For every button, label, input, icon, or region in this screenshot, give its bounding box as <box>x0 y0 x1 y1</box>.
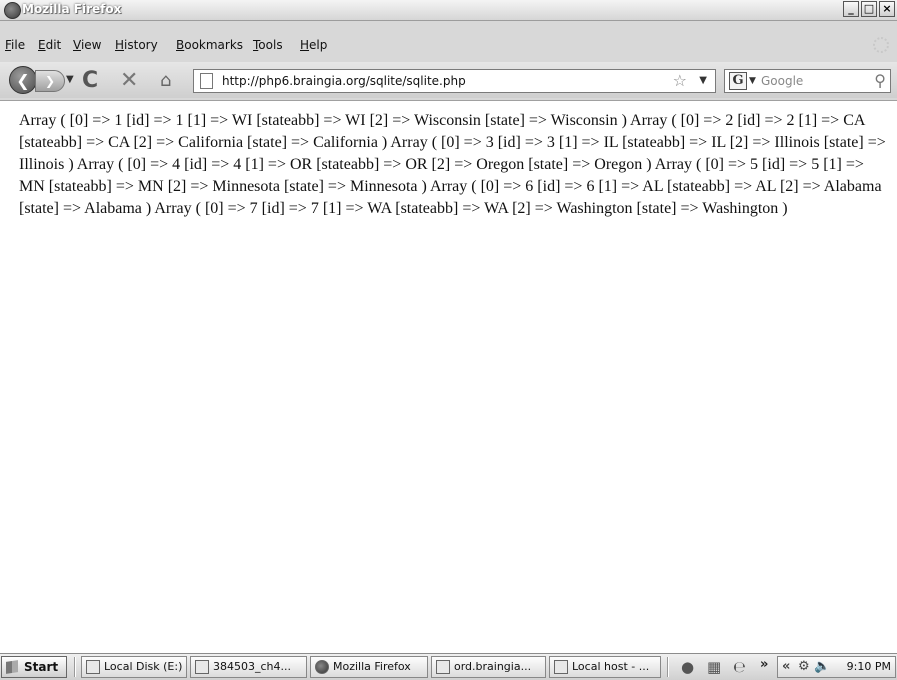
stop-icon[interactable]: ✕ <box>120 68 138 93</box>
menu-tools[interactable]: Tools <box>253 38 283 52</box>
task-label: Local host - ... <box>572 660 650 673</box>
taskbar-separator <box>667 657 669 677</box>
address-bar[interactable]: ☆ ▼ <box>193 69 716 93</box>
search-input[interactable] <box>761 71 861 91</box>
minimize-button[interactable]: _ <box>843 1 859 17</box>
windows-flag-icon <box>6 660 18 674</box>
ie-quicklaunch-icon[interactable]: ℮ <box>733 658 746 676</box>
task-label: ord.braingia... <box>454 660 532 673</box>
menu-bar: File Edit View History Bookmarks Tools H… <box>0 34 897 58</box>
start-button[interactable]: Start <box>1 656 67 678</box>
php-array-output: Array ( [0] => 1 [id] => 1 [1] => WI [st… <box>19 112 886 217</box>
menu-history[interactable]: History <box>115 38 158 52</box>
back-button[interactable]: ❮ <box>9 66 37 94</box>
app-quicklaunch-icon[interactable]: ▦ <box>707 658 721 676</box>
firefox-icon <box>315 660 329 674</box>
app-window-icon <box>554 660 568 674</box>
forward-button[interactable]: ❯ <box>35 70 65 92</box>
clock[interactable]: 9:10 PM <box>847 660 891 673</box>
folder-icon <box>86 660 100 674</box>
search-icon[interactable]: ⚲ <box>874 71 886 90</box>
browser-window: Mozilla Firefox _ □ × File Edit View His… <box>0 0 897 680</box>
bookmark-star-icon[interactable]: ☆ <box>673 71 687 90</box>
menu-view[interactable]: View <box>73 38 101 52</box>
volume-icon[interactable]: 🔈 <box>814 659 830 674</box>
home-icon[interactable]: ⌂ <box>160 70 171 91</box>
firefox-quicklaunch-icon[interactable]: ● <box>681 658 694 676</box>
task-local-host[interactable]: Local host - ... <box>549 656 661 678</box>
url-dropdown-icon[interactable]: ▼ <box>699 75 707 86</box>
menu-bookmarks[interactable]: Bookmarks <box>176 38 243 52</box>
page-icon <box>200 73 213 89</box>
arrow-left-icon: ❮ <box>16 71 30 90</box>
window-controls: _ □ × <box>841 1 895 17</box>
system-tray: « ⚙ 🔈 9:10 PM <box>777 656 896 678</box>
history-dropdown-icon[interactable]: ▼ <box>66 74 74 85</box>
close-button[interactable]: × <box>879 1 895 17</box>
task-ord-braingia[interactable]: ord.braingia... <box>431 656 546 678</box>
page-content: Array ( [0] => 1 [id] => 1 [1] => WI [st… <box>0 100 897 653</box>
task-firefox[interactable]: Mozilla Firefox <box>310 656 428 678</box>
firefox-icon <box>4 2 21 19</box>
navigation-toolbar: ❮ ❯ ▼ C ✕ ⌂ ☆ ▼ G ▼ ⚲ <box>0 62 897 98</box>
window-title: Mozilla Firefox <box>22 2 122 16</box>
task-label: Mozilla Firefox <box>333 660 411 673</box>
menu-help[interactable]: Help <box>300 38 327 52</box>
task-local-disk[interactable]: Local Disk (E:) <box>81 656 187 678</box>
network-icon <box>436 660 450 674</box>
taskbar-separator <box>74 657 76 677</box>
google-engine-icon[interactable]: G <box>729 72 747 90</box>
menu-file[interactable]: File <box>5 38 25 52</box>
task-label: Local Disk (E:) <box>104 660 183 673</box>
search-bar[interactable]: G ▼ ⚲ <box>724 69 891 93</box>
taskbar: Start Local Disk (E:) 384503_ch4... Mozi… <box>0 653 897 680</box>
maximize-button[interactable]: □ <box>861 1 877 17</box>
menu-edit[interactable]: Edit <box>38 38 61 52</box>
network-tray-icon[interactable]: ⚙ <box>798 659 810 674</box>
task-document[interactable]: 384503_ch4... <box>190 656 307 678</box>
throbber-icon <box>873 37 889 53</box>
reload-icon[interactable]: C <box>82 68 98 93</box>
engine-dropdown-icon[interactable]: ▼ <box>749 76 756 86</box>
tray-collapse-icon[interactable]: « <box>782 659 790 674</box>
url-input[interactable] <box>222 71 652 91</box>
document-icon <box>195 660 209 674</box>
quicklaunch-overflow-icon[interactable]: » <box>760 657 768 672</box>
arrow-right-icon: ❯ <box>44 74 56 88</box>
task-label: 384503_ch4... <box>213 660 291 673</box>
title-bar[interactable]: Mozilla Firefox _ □ × <box>0 0 897 21</box>
start-label: Start <box>24 660 59 674</box>
